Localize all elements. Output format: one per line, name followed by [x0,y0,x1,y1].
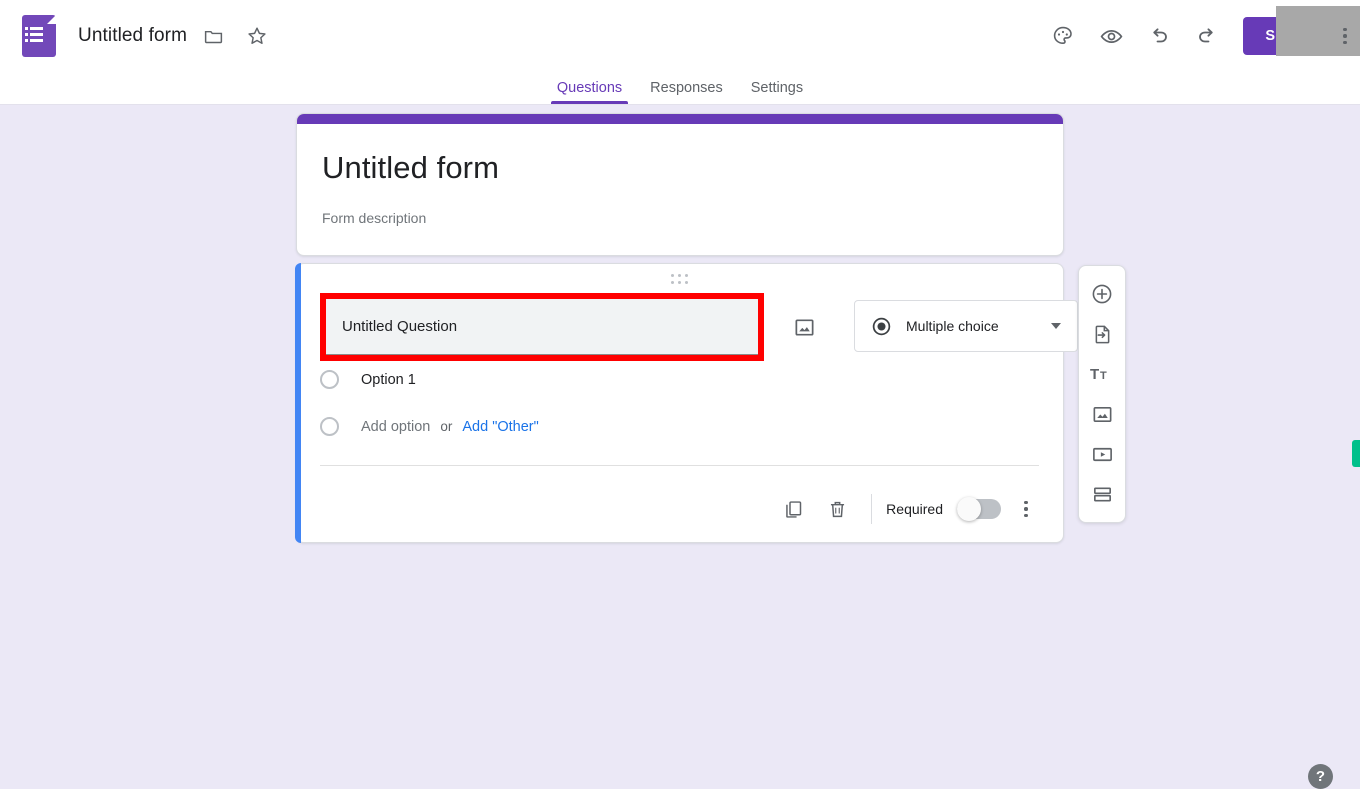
question-title-row: Multiple choice [320,293,1078,361]
question-active-accent-bar [295,263,301,543]
form-editor-canvas: Untitled form Form description Untitled … [0,105,1360,789]
or-separator-label: or [440,419,453,434]
required-toggle[interactable] [957,497,1001,521]
form-header-title[interactable]: Untitled form [322,150,1063,186]
question-title-highlight-box [320,293,764,361]
question-card[interactable]: Multiple choice Option 1 Add option or A… [295,263,1078,543]
redo-icon[interactable] [1187,16,1227,56]
question-more-options-icon[interactable] [1009,489,1043,529]
image-icon[interactable] [1082,394,1122,434]
folder-icon[interactable] [195,18,231,54]
radio-filled-icon [871,316,892,337]
chevron-down-icon [1051,323,1061,329]
eye-icon[interactable] [1091,16,1131,56]
question-footer-divider [320,465,1039,466]
form-header-color-strip [297,114,1063,124]
footer-divider [871,494,873,524]
question-footer-actions: Required [769,489,1043,529]
palette-icon[interactable] [1043,16,1083,56]
svg-text:T: T [1090,366,1099,383]
question-title-input[interactable] [326,299,758,355]
plus-circle-icon[interactable] [1082,274,1122,314]
svg-text:T: T [1100,370,1107,382]
tab-responses[interactable]: Responses [636,80,737,104]
toggle-knob [957,497,981,521]
add-other-button[interactable]: Add "Other" [462,419,538,435]
title-text-icon[interactable]: T T [1082,354,1122,394]
side-panel-edge-tab[interactable] [1352,440,1360,467]
trash-icon[interactable] [817,489,857,529]
tab-settings[interactable]: Settings [737,80,817,104]
drag-handle-icon[interactable] [670,274,689,285]
tab-questions[interactable]: Questions [543,80,636,104]
logo-lines [25,27,43,45]
option-label[interactable]: Option 1 [361,372,416,388]
form-header-description[interactable]: Form description [322,210,1063,226]
header-top-bar: Untitled form [0,0,1360,72]
add-option-row[interactable]: Add option or Add "Other" [320,417,539,436]
option-row[interactable]: Option 1 [320,370,416,389]
video-icon[interactable] [1082,434,1122,474]
main-tab-bar: Questions Responses Settings [0,72,1360,105]
star-icon[interactable] [239,18,275,54]
undo-icon[interactable] [1139,16,1179,56]
form-title-text[interactable]: Untitled form [78,25,187,47]
radio-empty-icon [320,370,339,389]
add-option-label[interactable]: Add option [361,419,430,435]
google-forms-logo-icon [22,15,56,57]
question-type-dropdown[interactable]: Multiple choice [854,300,1078,352]
duplicate-icon[interactable] [773,489,813,529]
more-vertical-icon[interactable] [1330,16,1360,56]
add-question-image-icon[interactable] [784,307,824,347]
add-item-toolbar: T T [1078,265,1126,523]
question-type-label: Multiple choice [906,318,999,334]
form-header-card[interactable]: Untitled form Form description [296,113,1064,256]
help-button[interactable]: ? [1308,764,1333,789]
required-label: Required [886,501,943,517]
import-file-icon[interactable] [1082,314,1122,354]
sections-icon[interactable] [1082,474,1122,514]
radio-empty-icon [320,417,339,436]
app-header: Untitled form Questions Responses Settin… [0,0,1360,105]
